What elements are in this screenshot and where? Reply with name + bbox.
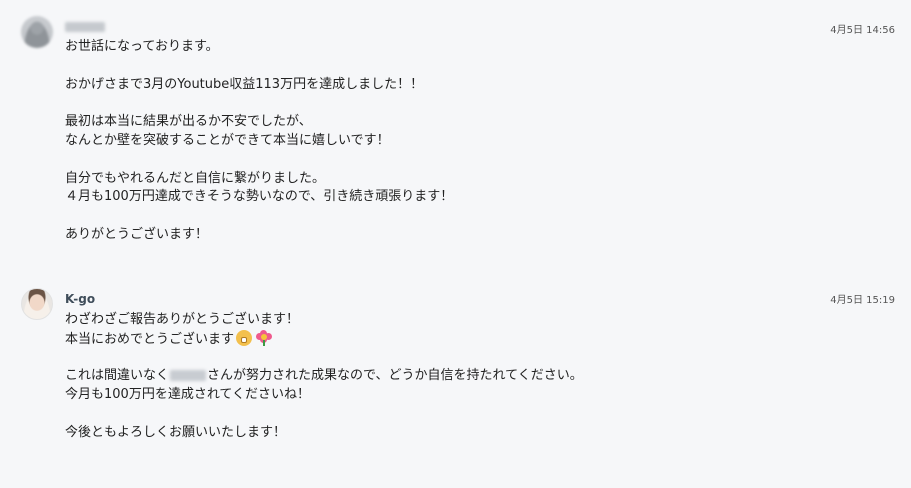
message-timestamp: 4月5日 15:19 xyxy=(830,295,895,306)
message-line: おかげさまで3月のYoutube収益113万円を達成しました！！ xyxy=(65,76,424,92)
message-text: さんが努力された成果なので、どうか自信を持たれてください。 xyxy=(207,368,583,384)
message-line: お世話になっております。 xyxy=(65,39,219,54)
message-line: ４月も100万円達成できそうな勢いなので、引き続き頑張ります！ xyxy=(65,189,454,205)
message-line: これは間違いなく さんが努力された成果なので、どうか自信を持たれてください。 xyxy=(65,367,583,386)
message-body: お世話になっております。 おかげさまで3月のYoutube収益113万円を達成し… xyxy=(65,38,453,245)
message-line: 自分でもやれるんだと自信に繋がりました。 xyxy=(65,170,326,186)
message-line: 本当におめでとうございます xyxy=(65,329,583,349)
chat-thread: 4月5日 14:56 お世話になっております。 おかげさまで3月のYoutube… xyxy=(0,0,911,488)
message-line: わざわざご報告ありがとうございます！ xyxy=(65,312,300,327)
message-text: これは間違いなく xyxy=(65,368,170,384)
message-body: わざわざご報告ありがとうございます！ 本当におめでとうございます これは間違いな… xyxy=(65,311,583,443)
message-line: 今後ともよろしくお願いいたします！ xyxy=(65,424,287,440)
flower-emoji-icon xyxy=(256,329,273,346)
avatar[interactable] xyxy=(21,16,53,48)
message-timestamp: 4月5日 14:56 xyxy=(830,25,895,36)
redacted-name xyxy=(170,370,207,382)
message-text: 本当におめでとうございます xyxy=(65,331,235,347)
message-line: 今月も100万円を達成されてくださいね！ xyxy=(65,387,311,403)
avatar[interactable] xyxy=(21,288,53,320)
sender-name-redacted[interactable] xyxy=(65,22,105,32)
message-line: 最初は本当に結果が出るか不安でしたが、 xyxy=(65,114,312,130)
message-line: ありがとうございます！ xyxy=(65,226,209,242)
message-line: なんとか壁を突破することができて本当に嬉しいです！ xyxy=(65,132,390,148)
sender-name[interactable]: K-go xyxy=(65,292,95,306)
grinning-face-emoji-icon xyxy=(236,329,253,346)
